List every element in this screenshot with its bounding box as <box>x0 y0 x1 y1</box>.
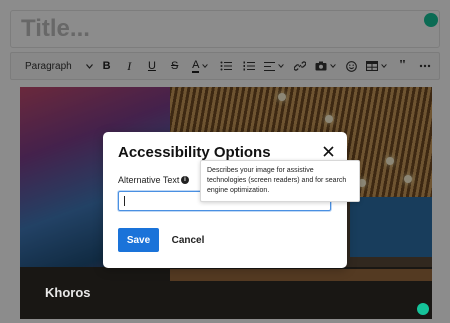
text-caret <box>124 196 125 206</box>
editor: Title... Paragraph B I U S A " Khoros Ac… <box>0 0 450 323</box>
alt-text-label: Alternative Text <box>118 175 180 185</box>
save-button[interactable]: Save <box>118 228 159 252</box>
brand-logo: Khoros <box>45 285 91 300</box>
grammarly-icon[interactable] <box>417 303 429 315</box>
alt-text-tooltip: Describes your image for assistive techn… <box>200 160 360 202</box>
close-icon[interactable] <box>321 144 335 158</box>
info-icon[interactable]: i <box>181 176 189 184</box>
dialog-title: Accessibility Options <box>118 144 271 161</box>
cancel-button[interactable]: Cancel <box>167 228 209 252</box>
